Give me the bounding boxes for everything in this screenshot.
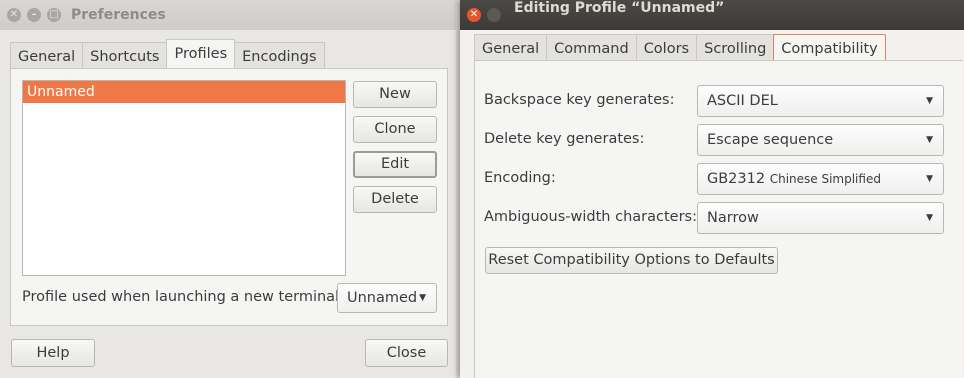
encoding-value: GB2312 xyxy=(707,171,766,187)
chevron-down-icon: ▼ xyxy=(926,135,933,145)
launch-profile-value: Unnamed xyxy=(347,290,418,306)
delete-key-select[interactable]: Escape sequence ▼ xyxy=(697,124,944,156)
encoding-label: Encoding: xyxy=(484,170,556,186)
launch-profile-label: Profile used when launching a new termin… xyxy=(22,289,344,305)
chevron-down-icon: ▼ xyxy=(926,174,933,184)
edit-button[interactable]: Edit xyxy=(353,151,437,178)
clone-button[interactable]: Clone xyxy=(353,116,437,143)
close-icon[interactable]: ✕ xyxy=(467,8,481,22)
preferences-titlebar: ✕ – □ Preferences xyxy=(0,0,456,30)
compatibility-panel: Backspace key generates: ASCII DEL ▼ Del… xyxy=(474,60,963,378)
profile-editor-titlebar: ✕ Editing Profile “Unnamed” xyxy=(460,0,964,30)
chevron-down-icon: ▼ xyxy=(926,96,933,106)
chevron-down-icon: ▼ xyxy=(926,213,933,223)
delete-button[interactable]: Delete xyxy=(353,186,437,213)
new-button[interactable]: New xyxy=(353,81,437,108)
encoding-select[interactable]: GB2312 Chinese Simplified ▼ xyxy=(697,163,944,195)
profiles-panel: Unnamed New Clone Edit Delete Profile us… xyxy=(10,68,448,326)
reset-compatibility-button[interactable]: Reset Compatibility Options to Defaults xyxy=(485,247,778,274)
help-button[interactable]: Help xyxy=(11,339,95,367)
minimize-icon[interactable]: – xyxy=(27,8,41,22)
close-button[interactable]: Close xyxy=(365,339,448,367)
profiles-list[interactable]: Unnamed xyxy=(22,80,346,276)
delete-key-value: Escape sequence xyxy=(707,132,834,148)
ambiguous-width-value: Narrow xyxy=(707,210,759,226)
profile-editor-window: ✕ Editing Profile “Unnamed” General Comm… xyxy=(460,0,964,378)
backspace-value: ASCII DEL xyxy=(707,93,778,109)
ambiguous-width-label: Ambiguous-width characters: xyxy=(484,209,697,225)
backspace-label: Backspace key generates: xyxy=(484,92,675,108)
maximize-icon[interactable]: □ xyxy=(47,8,61,22)
close-icon[interactable]: ✕ xyxy=(7,8,21,22)
chevron-down-icon: ▼ xyxy=(419,293,426,303)
list-item[interactable]: Unnamed xyxy=(23,81,345,103)
ambiguous-width-select[interactable]: Narrow ▼ xyxy=(697,202,944,234)
minimize-icon[interactable] xyxy=(487,8,501,22)
launch-profile-select[interactable]: Unnamed ▼ xyxy=(337,283,437,313)
encoding-value-note: Chinese Simplified xyxy=(769,172,881,186)
preferences-window: ✕ – □ Preferences General Shortcuts Prof… xyxy=(0,0,456,378)
window-title: Editing Profile “Unnamed” xyxy=(514,0,725,16)
backspace-select[interactable]: ASCII DEL ▼ xyxy=(697,85,944,117)
delete-key-label: Delete key generates: xyxy=(484,131,645,147)
window-title: Preferences xyxy=(71,7,166,23)
